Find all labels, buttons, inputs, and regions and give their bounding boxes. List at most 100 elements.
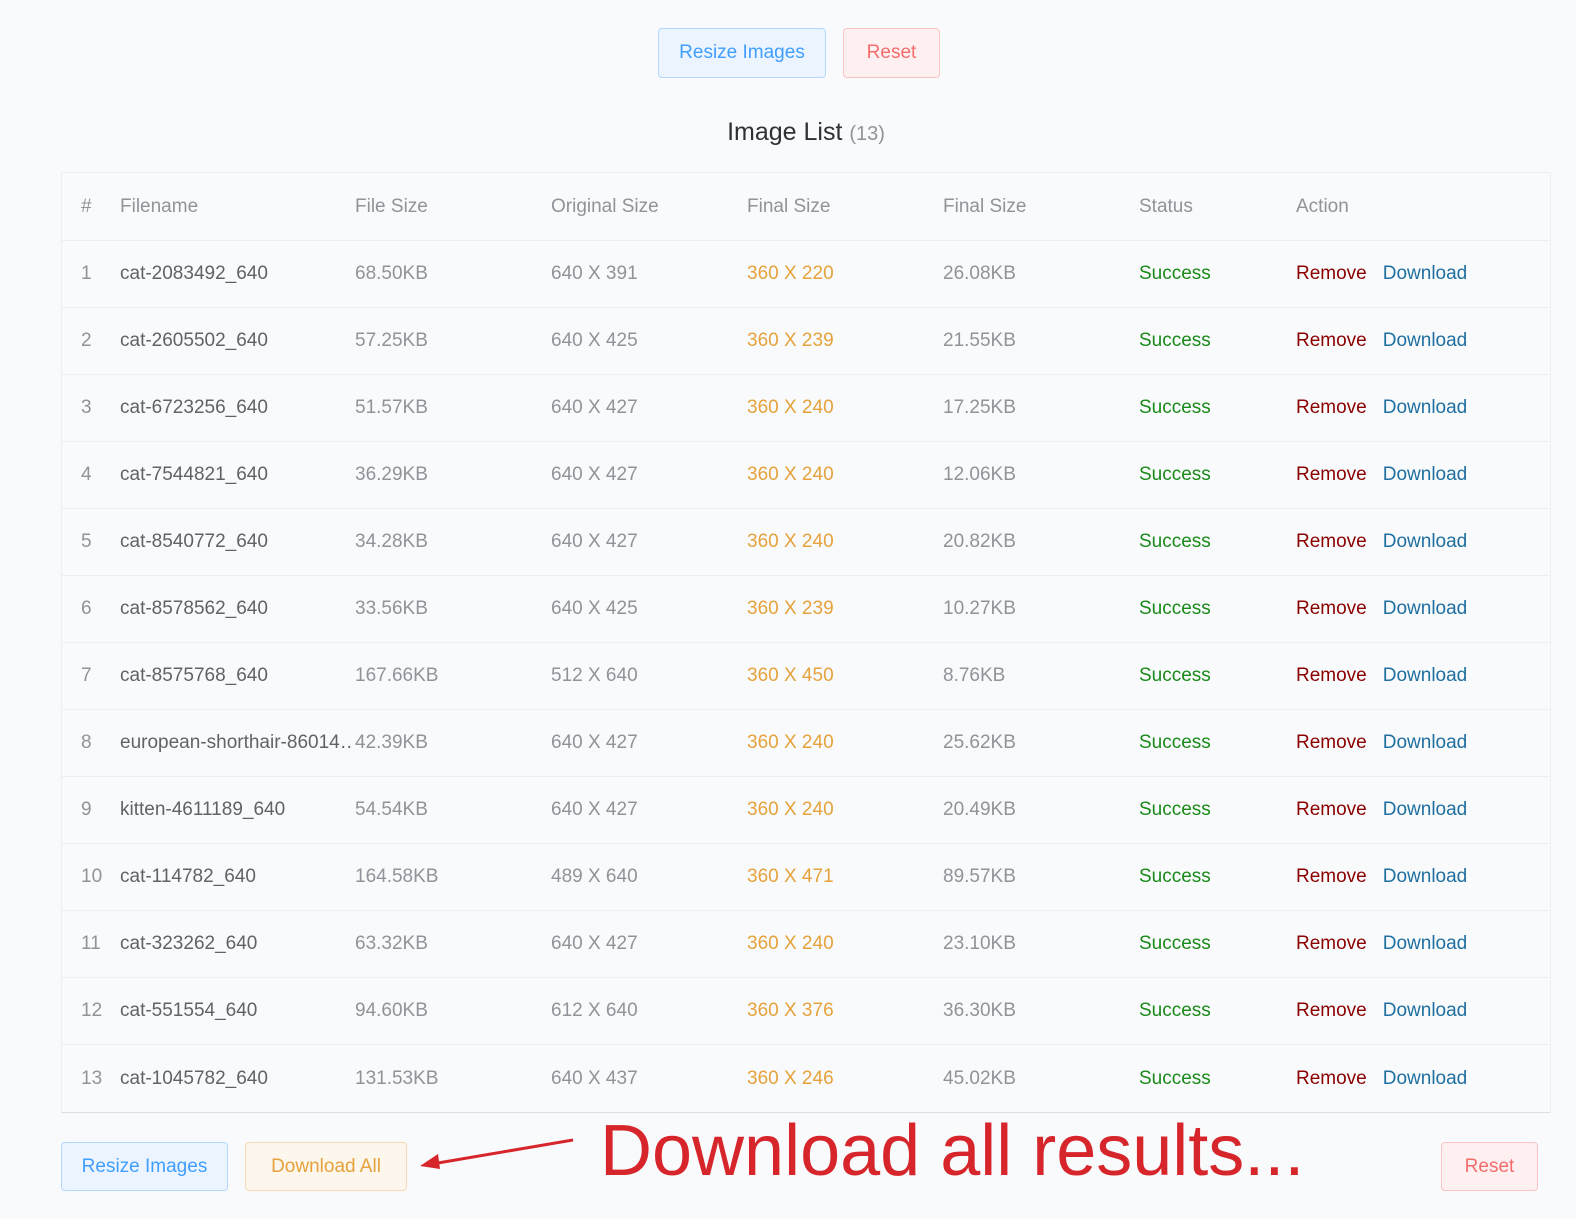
header-original-size: Original Size	[551, 195, 659, 217]
download-link[interactable]: Download	[1383, 1000, 1468, 1022]
download-link[interactable]: Download	[1383, 665, 1468, 687]
row-original-size: 640 X 425	[551, 598, 638, 619]
image-list-count: (13)	[849, 123, 885, 145]
remove-link[interactable]: Remove	[1296, 665, 1367, 687]
resize-images-button-bottom[interactable]: Resize Images	[61, 1142, 228, 1191]
row-file-size: 164.58KB	[355, 866, 439, 887]
table-row: 12 cat-551554_640 94.60KB 612 X 640 360 X 37…	[62, 978, 1550, 1045]
row-original-size: 640 X 427	[551, 531, 638, 552]
remove-link[interactable]: Remove	[1296, 464, 1367, 486]
row-filename: cat-6723256_640	[120, 397, 268, 418]
row-actions: Remove Download	[1296, 375, 1546, 441]
header-file-size: File Size	[355, 195, 428, 217]
row-final-dimensions: 360 X 240	[747, 397, 834, 418]
remove-link[interactable]: Remove	[1296, 263, 1367, 285]
row-final-dimensions: 360 X 376	[747, 1000, 834, 1021]
table-row: 4 cat-7544821_640 36.29KB 640 X 427 360 X 24…	[62, 442, 1550, 509]
download-all-button[interactable]: Download All	[245, 1142, 407, 1191]
download-link[interactable]: Download	[1383, 397, 1468, 419]
row-original-size: 640 X 427	[551, 933, 638, 954]
remove-link[interactable]: Remove	[1296, 1068, 1367, 1090]
row-file-size: 51.57KB	[355, 397, 428, 418]
row-final-file-size: 89.57KB	[943, 866, 1016, 887]
row-filename: cat-8575768_640	[120, 665, 268, 686]
remove-link[interactable]: Remove	[1296, 799, 1367, 821]
row-index: 5	[81, 531, 92, 552]
row-final-dimensions: 360 X 246	[747, 1067, 834, 1089]
row-original-size: 640 X 427	[551, 799, 638, 820]
row-status: Success	[1139, 732, 1211, 753]
download-link[interactable]: Download	[1383, 263, 1468, 285]
row-filename: european-shorthair-86014…	[120, 732, 352, 753]
row-filename: cat-551554_640	[120, 1000, 258, 1021]
row-filename: cat-2605502_640	[120, 330, 268, 351]
remove-link[interactable]: Remove	[1296, 598, 1367, 620]
table-row: 13 cat-1045782_640 131.53KB 640 X 437 360 X …	[62, 1045, 1550, 1112]
row-final-file-size: 25.62KB	[943, 732, 1016, 753]
download-link[interactable]: Download	[1383, 799, 1468, 821]
download-link[interactable]: Download	[1383, 1068, 1468, 1090]
row-actions: Remove Download	[1296, 241, 1546, 307]
row-file-size: 131.53KB	[355, 1067, 439, 1089]
row-final-file-size: 26.08KB	[943, 263, 1016, 284]
download-link[interactable]: Download	[1383, 598, 1468, 620]
row-actions: Remove Download	[1296, 576, 1546, 642]
remove-link[interactable]: Remove	[1296, 866, 1367, 888]
row-final-file-size: 20.82KB	[943, 531, 1016, 552]
row-final-dimensions: 360 X 471	[747, 866, 834, 887]
row-actions: Remove Download	[1296, 509, 1546, 575]
row-original-size: 640 X 437	[551, 1067, 638, 1089]
row-filename: cat-323262_640	[120, 933, 258, 954]
row-status: Success	[1139, 464, 1211, 485]
annotation-arrow-icon	[420, 1138, 574, 1169]
row-file-size: 63.32KB	[355, 933, 428, 954]
row-index: 7	[81, 665, 92, 686]
row-status: Success	[1139, 263, 1211, 284]
row-actions: Remove Download	[1296, 978, 1546, 1044]
row-final-dimensions: 360 X 240	[747, 531, 834, 552]
row-original-size: 640 X 427	[551, 732, 638, 753]
remove-link[interactable]: Remove	[1296, 732, 1367, 754]
remove-link[interactable]: Remove	[1296, 1000, 1367, 1022]
table-row: 8 european-shorthair-86014… 42.39KB 640 X 4…	[62, 710, 1550, 777]
row-status: Success	[1139, 866, 1211, 887]
row-status: Success	[1139, 1000, 1211, 1021]
image-table: # Filename File Size Original Size Final…	[61, 172, 1551, 1113]
table-row: 2 cat-2605502_640 57.25KB 640 X 425 360 X 23…	[62, 308, 1550, 375]
row-final-dimensions: 360 X 220	[747, 263, 834, 284]
remove-link[interactable]: Remove	[1296, 933, 1367, 955]
download-link[interactable]: Download	[1383, 732, 1468, 754]
download-link[interactable]: Download	[1383, 330, 1468, 352]
row-original-size: 640 X 391	[551, 263, 638, 284]
resize-images-button-top[interactable]: Resize Images	[658, 28, 826, 78]
row-final-file-size: 10.27KB	[943, 598, 1016, 619]
row-status: Success	[1139, 933, 1211, 954]
reset-button-top[interactable]: Reset	[843, 28, 940, 78]
header-index: #	[81, 195, 92, 217]
download-link[interactable]: Download	[1383, 933, 1468, 955]
row-filename: cat-8540772_640	[120, 531, 268, 552]
download-link[interactable]: Download	[1383, 531, 1468, 553]
row-original-size: 489 X 640	[551, 866, 638, 887]
table-row: 10 cat-114782_640 164.58KB 489 X 640 360 X 4…	[62, 844, 1550, 911]
row-file-size: 167.66KB	[355, 665, 439, 686]
row-status: Success	[1139, 799, 1211, 820]
row-original-size: 612 X 640	[551, 1000, 638, 1021]
remove-link[interactable]: Remove	[1296, 531, 1367, 553]
header-filename: Filename	[120, 195, 199, 217]
reset-button-bottom[interactable]: Reset	[1441, 1142, 1538, 1191]
row-filename: cat-1045782_640	[120, 1067, 268, 1089]
remove-link[interactable]: Remove	[1296, 397, 1367, 419]
download-link[interactable]: Download	[1383, 866, 1468, 888]
table-row: 9 kitten-4611189_640 54.54KB 640 X 427 360 X…	[62, 777, 1550, 844]
row-status: Success	[1139, 397, 1211, 418]
row-original-size: 640 X 425	[551, 330, 638, 351]
download-link[interactable]: Download	[1383, 464, 1468, 486]
row-original-size: 640 X 427	[551, 397, 638, 418]
row-actions: Remove Download	[1296, 643, 1546, 709]
row-index: 3	[81, 397, 92, 418]
table-row: 7 cat-8575768_640 167.66KB 512 X 640 360 X 4…	[62, 643, 1550, 710]
row-filename: cat-2083492_640	[120, 263, 268, 284]
row-final-dimensions: 360 X 240	[747, 933, 834, 954]
remove-link[interactable]: Remove	[1296, 330, 1367, 352]
